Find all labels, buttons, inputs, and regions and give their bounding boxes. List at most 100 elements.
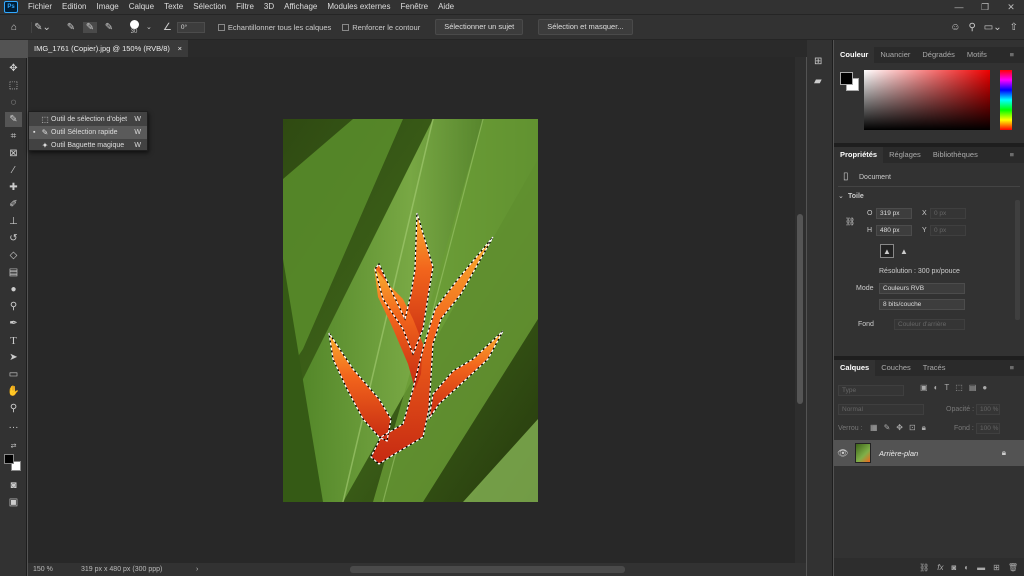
- vertical-scroll-thumb[interactable]: [797, 214, 803, 404]
- layer-style-icon[interactable]: fx: [937, 563, 943, 572]
- tab-motifs[interactable]: Motifs: [961, 47, 993, 63]
- stamp-tool-icon[interactable]: ⊥: [5, 214, 22, 229]
- swap-colors-icon[interactable]: ⇄: [5, 438, 22, 453]
- hue-slider[interactable]: [1000, 70, 1012, 130]
- eraser-tool-icon[interactable]: ◇: [5, 248, 22, 263]
- image-filter-icon[interactable]: ▣: [920, 383, 928, 392]
- delete-layer-icon[interactable]: 🗑︎: [1008, 563, 1018, 572]
- share-upload-icon[interactable]: ⇧: [1010, 22, 1018, 33]
- link-icon[interactable]: ⛓: [845, 217, 855, 226]
- close-window-button[interactable]: ✕: [998, 0, 1024, 14]
- frame-tool-icon[interactable]: ⊠: [5, 146, 22, 161]
- menu-texte[interactable]: Texte: [159, 0, 188, 14]
- comments-panel-icon[interactable]: ▰: [814, 76, 822, 87]
- status-expand-icon[interactable]: ›: [196, 566, 198, 573]
- tab-couleur[interactable]: Couleur: [834, 47, 875, 63]
- y-input[interactable]: 0 px: [930, 225, 966, 236]
- lock-paint-icon[interactable]: ✎: [884, 423, 891, 433]
- mode-select[interactable]: Couleurs RVB: [879, 283, 965, 294]
- brush-size-picker[interactable]: 30: [127, 19, 141, 35]
- search-icon[interactable]: ⚲: [968, 22, 975, 33]
- app-logo[interactable]: Ps: [4, 1, 18, 13]
- type-filter-icon[interactable]: T: [944, 383, 949, 392]
- add-selection-icon[interactable]: ✎: [83, 21, 97, 33]
- brush-tool-icon[interactable]: ✐: [5, 197, 22, 212]
- tab-bibliotheques[interactable]: Bibliothèques: [927, 147, 984, 163]
- healing-tool-icon[interactable]: ✚: [5, 180, 22, 195]
- pen-tool-icon[interactable]: ✒: [5, 316, 22, 331]
- lock-pixels-icon[interactable]: ▦: [870, 423, 878, 433]
- adjustment-filter-icon[interactable]: ◐: [934, 383, 939, 392]
- rectangle-tool-icon[interactable]: ▭: [5, 367, 22, 382]
- gradient-tool-icon[interactable]: ▤: [5, 265, 22, 280]
- crop-tool-icon[interactable]: ⌗: [5, 129, 22, 144]
- x-input[interactable]: 0 px: [930, 208, 966, 219]
- add-mask-icon[interactable]: ◙: [951, 563, 956, 572]
- menu-calque[interactable]: Calque: [124, 0, 159, 14]
- new-group-icon[interactable]: ▬: [977, 563, 985, 572]
- new-selection-icon[interactable]: ✎: [64, 22, 78, 33]
- zoom-tool-icon[interactable]: ⚲: [5, 401, 22, 416]
- blend-mode-select[interactable]: Normal: [838, 404, 924, 415]
- shape-filter-icon[interactable]: ⬚: [955, 383, 963, 392]
- link-layers-icon[interactable]: ⛓: [919, 563, 929, 572]
- history-panel-icon[interactable]: ⊞: [814, 56, 822, 67]
- quick-selection-tool-icon[interactable]: ✎: [5, 112, 22, 127]
- menu-modules-externes[interactable]: Modules externes: [322, 0, 395, 14]
- type-tool-icon[interactable]: T: [5, 333, 22, 348]
- menu-3d[interactable]: 3D: [259, 0, 279, 14]
- layer-name[interactable]: Arrière-plan: [879, 449, 918, 458]
- document-tab[interactable]: IMG_1761 (Copier).jpg @ 150% (RVB/8) ×: [28, 40, 188, 57]
- zoom-level[interactable]: 150 %: [28, 566, 76, 573]
- angle-input[interactable]: 0°: [176, 21, 205, 33]
- menu-selection[interactable]: Sélection: [188, 0, 231, 14]
- layer-filter-select[interactable]: Type: [838, 385, 904, 396]
- lock-all-icon[interactable]: 🔒︎: [922, 423, 926, 433]
- enhance-edge-checkbox[interactable]: Renforcer le contour: [342, 23, 420, 32]
- lock-position-icon[interactable]: ✥: [896, 423, 903, 433]
- foreground-color-swatch[interactable]: [4, 454, 14, 464]
- tab-couches[interactable]: Couches: [875, 360, 917, 376]
- new-layer-icon[interactable]: ⊞: [993, 563, 1000, 572]
- fond-select[interactable]: Couleur d'arrière: [894, 319, 965, 330]
- panel-menu-icon[interactable]: ≡: [1004, 47, 1020, 63]
- path-selection-icon[interactable]: ➤: [5, 350, 22, 365]
- panel-fg-swatch[interactable]: [840, 72, 853, 85]
- landscape-orientation-icon[interactable]: ▲: [897, 244, 911, 258]
- vertical-scrollbar[interactable]: [795, 57, 806, 563]
- height-input[interactable]: 480 px: [876, 225, 912, 236]
- tab-reglages[interactable]: Réglages: [883, 147, 927, 163]
- blur-tool-icon[interactable]: ●: [5, 282, 22, 297]
- layer-row[interactable]: 👁︎ Arrière-plan 🔒︎: [834, 440, 1024, 466]
- smart-object-filter-icon[interactable]: ▤: [969, 383, 977, 392]
- horizontal-scroll-thumb[interactable]: [350, 566, 625, 573]
- tab-proprietes[interactable]: Propriétés: [834, 147, 884, 163]
- minimize-button[interactable]: —: [946, 0, 972, 14]
- filter-toggle-icon[interactable]: ●: [982, 383, 987, 392]
- menu-fenetre[interactable]: Fenêtre: [396, 0, 434, 14]
- tool-preset-icon[interactable]: ✎⌄: [31, 21, 53, 33]
- color-field[interactable]: [864, 70, 990, 130]
- flyout-item-quick-selection[interactable]: ▪ ✎ Outil Sélection rapide W: [29, 126, 147, 139]
- panel-menu-icon[interactable]: ≡: [1004, 360, 1020, 376]
- close-tab-icon[interactable]: ×: [178, 40, 182, 57]
- width-input[interactable]: 319 px: [876, 208, 912, 219]
- tab-degrades[interactable]: Dégradés: [916, 47, 961, 63]
- tab-traces[interactable]: Tracés: [917, 360, 952, 376]
- lasso-tool-icon[interactable]: ◌: [5, 95, 22, 110]
- document-image[interactable]: [283, 119, 538, 502]
- eyedropper-tool-icon[interactable]: ⁄: [5, 163, 22, 178]
- menu-fichier[interactable]: Fichier: [23, 0, 57, 14]
- flyout-item-magic-wand[interactable]: ✦ Outil Baguette magique W: [29, 139, 147, 152]
- chevron-down-icon[interactable]: ⌄: [146, 23, 152, 31]
- select-subject-button[interactable]: Sélectionner un sujet: [435, 19, 524, 35]
- menu-aide[interactable]: Aide: [433, 0, 459, 14]
- lock-artboard-icon[interactable]: ⊡: [909, 423, 916, 433]
- subtract-selection-icon[interactable]: ✎: [102, 22, 116, 33]
- menu-affichage[interactable]: Affichage: [279, 0, 322, 14]
- quick-mask-icon[interactable]: ◙: [5, 478, 22, 493]
- workspace-icon[interactable]: ▭⌄: [984, 22, 1002, 33]
- more-tools-icon[interactable]: ···: [5, 420, 22, 435]
- opacity-input[interactable]: 100 %: [976, 404, 1000, 415]
- flyout-item-object-selection[interactable]: ⬚ Outil de sélection d'objet W: [29, 113, 147, 126]
